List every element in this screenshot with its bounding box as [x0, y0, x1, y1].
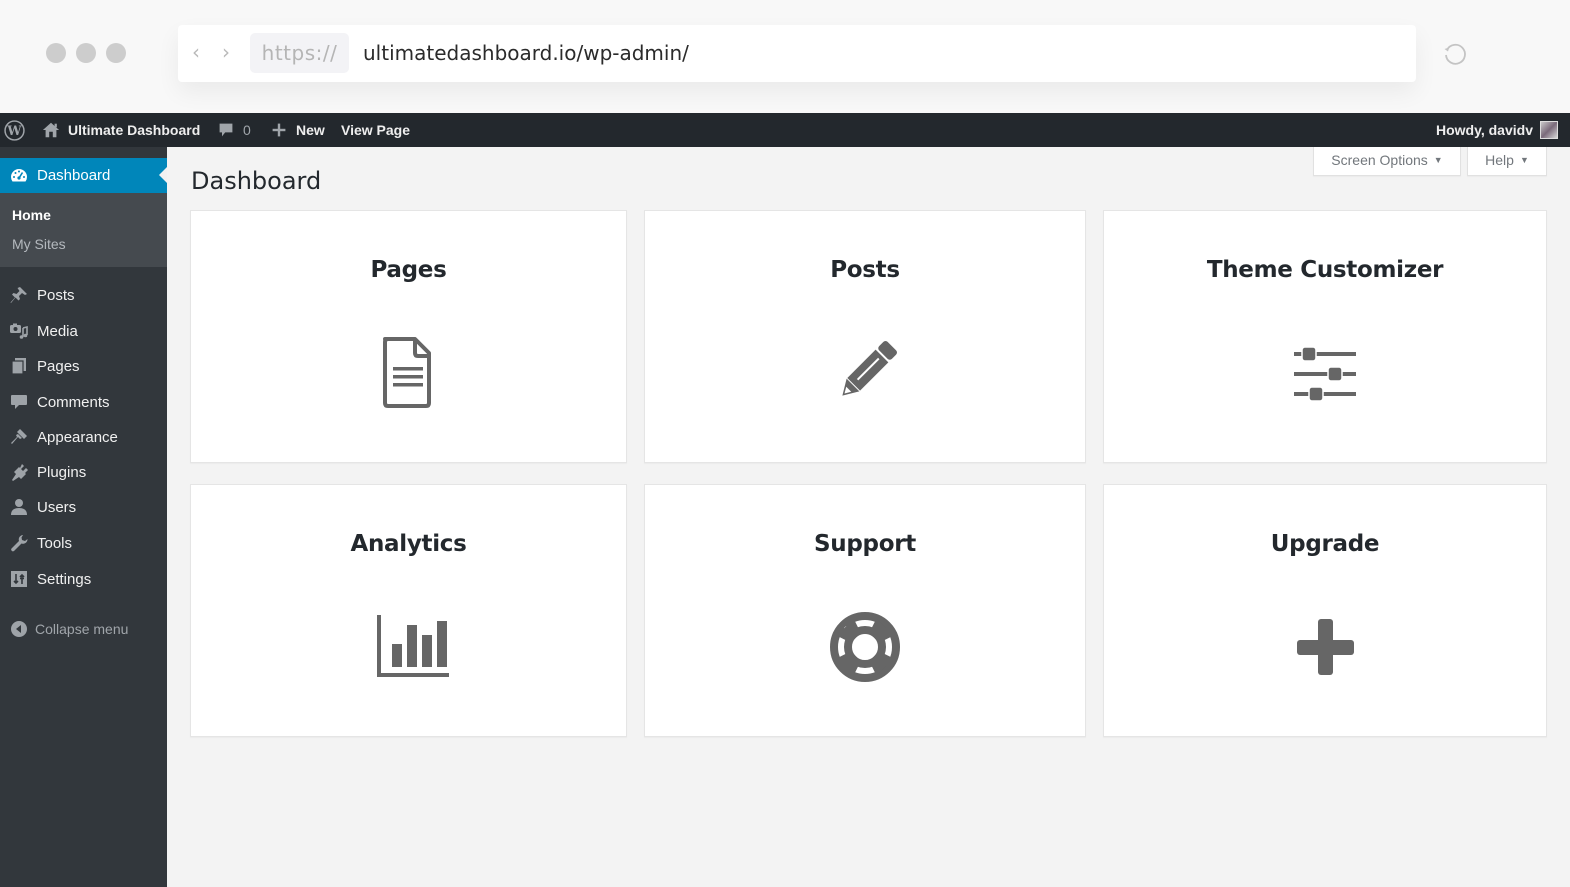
card-title: Posts [830, 257, 900, 283]
sidebar-item-tools[interactable]: Tools [0, 526, 167, 560]
sidebar-item-label: Settings [37, 570, 92, 588]
sliders-icon [1285, 333, 1365, 413]
url-text[interactable]: ultimatedashboard.io/wp-admin/ [363, 33, 689, 73]
pin-icon [9, 285, 29, 305]
settings-icon [9, 569, 29, 589]
reload-icon[interactable] [1442, 41, 1468, 67]
view-page-link[interactable]: View Page [341, 113, 410, 147]
howdy-label: Howdy, davidv [1436, 122, 1533, 138]
help-button[interactable]: Help ▼ [1467, 147, 1547, 176]
sidebar-item-settings[interactable]: Settings [0, 562, 167, 596]
wordpress-logo[interactable]: W [4, 113, 25, 147]
main-content: Dashboard Screen Options ▼ Help ▼ Pages Po… [167, 147, 1570, 887]
new-content-link[interactable]: New [271, 113, 325, 147]
forward-icon[interactable]: › [222, 42, 230, 62]
sidebar-item-appearance[interactable]: Appearance [0, 420, 167, 454]
submenu-item-home[interactable]: Home [12, 207, 51, 223]
window-minimize-dot[interactable] [76, 43, 96, 63]
card-title: Upgrade [1270, 531, 1380, 557]
comments-count: 0 [243, 122, 251, 138]
back-icon[interactable]: ‹ [192, 42, 200, 62]
active-caret [159, 167, 167, 183]
plus-icon [1285, 607, 1365, 687]
sidebar-item-posts[interactable]: Posts [0, 278, 167, 312]
wordpress-icon: W [4, 119, 25, 141]
site-name-label: Ultimate Dashboard [68, 122, 201, 138]
url-protocol: https:// [250, 33, 349, 73]
sidebar-item-comments[interactable]: Comments [0, 385, 167, 419]
sidebar-item-label: Tools [37, 534, 73, 552]
plus-icon [272, 123, 286, 137]
lifebuoy-icon [825, 607, 905, 687]
caret-down-icon: ▼ [1519, 155, 1529, 165]
admin-bar: W Ultimate Dashboard 0 New View Page How… [0, 113, 1570, 147]
comment-icon [9, 392, 29, 412]
sidebar-item-label: Dashboard [37, 167, 111, 184]
pages-icon [9, 356, 29, 376]
collapse-menu-button[interactable]: Collapse menu [0, 612, 167, 646]
sidebar-item-dashboard[interactable]: Dashboard [0, 158, 167, 193]
comments-link[interactable]: 0 [218, 113, 251, 147]
home-icon [42, 122, 60, 138]
collapse-icon [9, 619, 29, 639]
user-icon [9, 497, 29, 517]
address-bar[interactable]: ‹ › https:// ultimatedashboard.io/wp-adm… [178, 25, 1416, 82]
collapse-menu-label: Collapse menu [35, 621, 129, 637]
sidebar-item-label: Comments [37, 393, 110, 411]
sidebar-item-label: Users [37, 498, 77, 516]
brush-icon [9, 427, 29, 447]
sidebar-item-media[interactable]: Media [0, 314, 167, 348]
page-title: Dashboard [191, 167, 322, 195]
document-icon [369, 333, 449, 413]
new-label: New [296, 122, 325, 138]
window-close-dot[interactable] [46, 43, 66, 63]
sidebar-item-pages[interactable]: Pages [0, 349, 167, 383]
card-support[interactable]: Support [644, 484, 1086, 737]
sidebar-item-label: Plugins [37, 463, 87, 481]
caret-down-icon: ▼ [1433, 155, 1443, 165]
submenu-item-my-sites[interactable]: My Sites [12, 236, 66, 252]
sidebar-item-plugins[interactable]: Plugins [0, 455, 167, 489]
card-analytics[interactable]: Analytics [190, 484, 627, 737]
plugin-icon [9, 462, 29, 482]
card-posts[interactable]: Posts [644, 210, 1086, 463]
comment-icon [219, 123, 233, 137]
card-title: Analytics [350, 531, 467, 557]
dashboard-icon [9, 166, 29, 186]
media-icon [9, 321, 29, 341]
account-menu[interactable]: Howdy, davidv [1436, 113, 1558, 147]
view-page-label: View Page [341, 122, 411, 138]
screen-options-label: Screen Options [1331, 152, 1428, 168]
pencil-icon [825, 333, 905, 413]
screen-options-button[interactable]: Screen Options ▼ [1313, 147, 1461, 176]
sidebar-item-label: Pages [37, 357, 80, 375]
sidebar-item-label: Media [37, 322, 78, 340]
admin-sidebar: Dashboard Home My Sites Posts Media Page… [0, 147, 167, 887]
browser-chrome: ‹ › https:// ultimatedashboard.io/wp-adm… [0, 0, 1570, 113]
window-zoom-dot[interactable] [106, 43, 126, 63]
card-title: Theme Customizer [1206, 257, 1444, 283]
avatar [1539, 121, 1558, 139]
bar-chart-icon [369, 607, 459, 687]
wrench-icon [9, 533, 29, 553]
sidebar-item-users[interactable]: Users [0, 490, 167, 524]
card-title: Support [814, 531, 916, 557]
sidebar-item-label: Appearance [37, 428, 118, 446]
help-label: Help [1485, 152, 1514, 168]
card-pages[interactable]: Pages [190, 210, 627, 463]
svg-text:W: W [6, 123, 22, 138]
card-title: Pages [370, 257, 447, 283]
card-theme-customizer[interactable]: Theme Customizer [1103, 210, 1547, 463]
site-name-link[interactable]: Ultimate Dashboard [42, 113, 200, 147]
dashboard-submenu: Home My Sites [0, 193, 167, 267]
card-upgrade[interactable]: Upgrade [1103, 484, 1547, 737]
sidebar-item-label: Posts [37, 286, 75, 304]
